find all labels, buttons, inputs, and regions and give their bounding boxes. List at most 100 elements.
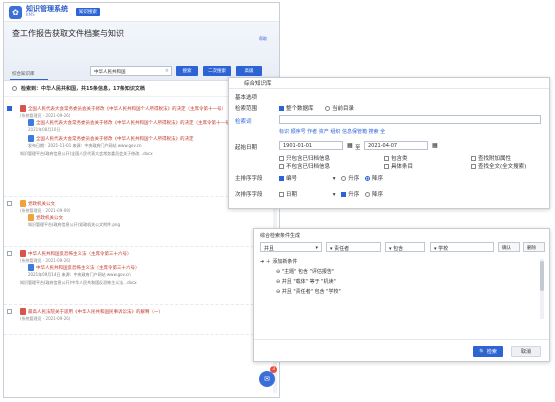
select-all-radio[interactable]: [12, 86, 17, 91]
clear-icon[interactable]: ×: [165, 68, 169, 74]
dropdown-icon[interactable]: ▾: [333, 176, 336, 182]
item-checkbox[interactable]: [7, 309, 12, 314]
tab-knowledge-base[interactable]: 综合知识库: [12, 71, 35, 77]
range-current-radio[interactable]: [325, 106, 331, 111]
item-title[interactable]: 最高人民法院关于适用《中华人民共和国民事诉讼法》的解释（一）: [28, 310, 163, 315]
item-title[interactable]: 党政机关公文: [28, 202, 55, 207]
primary-sort-label: 主排序字段: [235, 176, 263, 182]
filter-col-1: 只包含已归档信息 不包含已归档信息: [279, 155, 330, 171]
checkbox[interactable]: [384, 164, 389, 169]
filter-opt-5[interactable]: 查找附加属性: [471, 155, 526, 163]
remove-icon[interactable]: ⊖: [276, 289, 280, 295]
add-condition[interactable]: ➜ ＋ 添加新条件: [260, 257, 341, 267]
sub-title[interactable]: 党政机关公文: [36, 216, 63, 221]
delete-button[interactable]: 删除: [523, 242, 545, 252]
mode-badge[interactable]: 知识搜索: [76, 8, 100, 16]
asc-radio[interactable]: [341, 176, 347, 181]
list-item[interactable]: 最高人民法院关于适用《中华人民共和国民事诉讼法》的解释（一） (系统管理员 - …: [4, 305, 274, 335]
item-title[interactable]: 全国人民代表大会常务委员会关于修改《中华人民共和国个人所得税法》的决定（主席令第…: [28, 107, 226, 112]
date-from-input[interactable]: 1901-01-01: [279, 141, 343, 150]
secondary-sort-field[interactable]: 日期: [286, 192, 297, 198]
primary-sort-field[interactable]: 编号: [286, 176, 297, 182]
search-icon: 🔍: [479, 348, 486, 355]
range-all-checkbox[interactable]: [279, 106, 284, 111]
file-icon: [20, 308, 26, 315]
sub-title[interactable]: 中华人民共和国反恐怖主义法（主席令第三十六号）: [36, 266, 140, 271]
sub-meta: 知识管理平台(政府信息公开)党政机关公文附件.png: [28, 221, 121, 227]
condition-text: 并且 "责任者" 包含 "学校": [281, 289, 341, 295]
filter-opt-2[interactable]: 不包含已归档信息: [279, 163, 330, 171]
checkbox[interactable]: [279, 156, 284, 161]
chat-fab-button[interactable]: ✉: [259, 371, 275, 387]
item-checkbox[interactable]: [7, 106, 12, 111]
range-options: 整个数据库 当前目录: [279, 104, 354, 112]
sub-meta: 2021年09月14日 来源：中央政府门户网站 www.gov.cn: [28, 271, 131, 277]
search-terms-input[interactable]: [279, 115, 541, 124]
help-link[interactable]: 帮助: [259, 36, 267, 42]
filter-opt-4[interactable]: 具体条目: [384, 163, 413, 171]
checkbox[interactable]: [471, 164, 476, 169]
checkbox[interactable]: [279, 164, 284, 169]
dropdown-icon[interactable]: ▾: [333, 192, 336, 198]
panel-title: 综合检索条件生成: [260, 233, 301, 239]
remove-icon[interactable]: ⊖: [276, 279, 280, 285]
app-subtitle: KMS: [26, 12, 35, 17]
primary-sort-checkbox[interactable]: [279, 176, 284, 181]
calendar-icon[interactable]: ▦: [347, 142, 353, 149]
item-checkbox[interactable]: [7, 201, 12, 206]
filter-opt-3[interactable]: 包含类: [384, 155, 413, 163]
list-item[interactable]: 中华人民共和国反恐怖主义法（主席令第三十六号） (系统管理员 - 2021-09…: [4, 247, 274, 305]
item-sub: 党政机关公文 知识管理平台(政府信息公开)党政机关公文附件.png: [20, 213, 270, 227]
doc-icon: [28, 263, 34, 271]
checkbox[interactable]: [384, 156, 389, 161]
search-terms-label: 检索词: [235, 119, 252, 125]
calendar-icon[interactable]: ▦: [432, 142, 438, 149]
confirm-button[interactable]: 确认: [498, 242, 520, 252]
search-button-label: 检索: [486, 349, 497, 355]
condition-builder-panel: 综合检索条件生成 并且 ▾ ▾ 责任者 ▾ 包含 ▾ 学校 确认 删除 ➜ ＋ 添…: [253, 228, 550, 362]
checkbox[interactable]: [471, 156, 476, 161]
desc-radio[interactable]: [365, 192, 371, 197]
logic-select[interactable]: 并且 ▾: [260, 242, 322, 252]
condition-item[interactable]: ⊖ 并且 "责任者" 包含 "学校": [260, 287, 341, 297]
filter-opt-1-label: 只包含已归档信息: [286, 156, 331, 162]
asc-checkbox[interactable]: [341, 192, 347, 197]
filter-opt-1[interactable]: 只包含已归档信息: [279, 155, 330, 163]
sub-title[interactable]: 全国人民代表大会常务委员会关于修改《中华人民共和国个人所得税法》的决定: [36, 137, 194, 142]
filter-opt-6[interactable]: 查找全文(全文搜索): [471, 163, 526, 171]
search-input[interactable]: 中华人民共和国 ×: [90, 66, 172, 76]
doc-icon: [28, 118, 34, 126]
filter-opt-5-label: 查找附加属性: [478, 156, 512, 162]
field-select[interactable]: ▾ 责任者: [326, 242, 381, 252]
advanced-button[interactable]: 高级: [236, 66, 262, 76]
range-current-label: 当前目录: [332, 106, 355, 112]
search-button[interactable]: 搜索: [176, 66, 198, 76]
remove-icon[interactable]: ⊖: [276, 269, 280, 275]
value-input-value: 学校: [438, 245, 449, 252]
condition-item[interactable]: ⊖ "主题" 包含 "评估报告": [260, 267, 341, 277]
sub-title[interactable]: 全国人民代表大会常务委员会关于修改《中华人民共和国个人所得税法》的决定（主席令第…: [36, 121, 234, 126]
page-title: 查工作报告获取文件档案与知识: [12, 29, 124, 38]
cancel-button[interactable]: 取消: [511, 346, 541, 357]
secondary-sort-checkbox[interactable]: [279, 192, 284, 197]
item-checkbox[interactable]: [7, 251, 12, 256]
value-input[interactable]: ▾ 学校: [430, 242, 494, 252]
chat-icon: ✉: [264, 375, 270, 383]
doc-icon: [28, 135, 34, 142]
condition-list: ➜ ＋ 添加新条件 ⊖ "主题" 包含 "评估报告" ⊖ 并且 "载体" 等于 …: [260, 257, 341, 297]
condition-item[interactable]: ⊖ 并且 "载体" 等于 "机读": [260, 277, 341, 287]
second-search-button[interactable]: 二次搜索: [203, 66, 231, 76]
search-button[interactable]: 🔍 检索: [473, 346, 503, 357]
notification-badge: 3: [270, 366, 277, 373]
date-to-input[interactable]: 2021-04-07: [364, 141, 428, 150]
desc-radio[interactable]: [365, 176, 371, 181]
quick-terms[interactable]: 标识 顺序号 作者 资产 组织 信息保管箱 搜索 全: [279, 128, 385, 135]
date-from-value: 1901-01-01: [283, 143, 313, 149]
relation-select[interactable]: ▾ 包含: [385, 242, 425, 252]
secondary-sort-label: 次排序字段: [235, 192, 263, 198]
file-icon: [20, 250, 26, 257]
scroll-thumb[interactable]: [540, 261, 544, 291]
condition-text: 并且 "载体" 等于 "机读": [281, 279, 336, 285]
filter-opt-3-label: 包含类: [391, 156, 408, 162]
item-title[interactable]: 中华人民共和国反恐怖主义法（主席令第三十六号）: [28, 252, 132, 257]
